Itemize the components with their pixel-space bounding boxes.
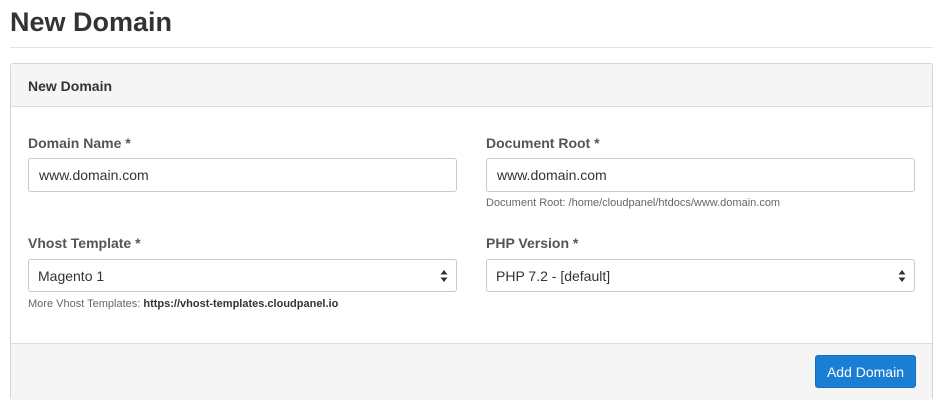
php-version-label: PHP Version * (486, 235, 579, 251)
vhost-template-label: Vhost Template * (28, 235, 141, 251)
document-root-label: Document Root * (486, 135, 600, 151)
panel-title: New Domain (28, 78, 113, 94)
page: New Domain New Domain Domain Name * Docu… (0, 0, 945, 413)
document-root-input[interactable] (486, 158, 915, 192)
vhost-templates-link[interactable]: https://vhost-templates.cloudpanel.io (143, 298, 338, 310)
add-domain-button[interactable]: Add Domain (814, 355, 916, 388)
vhost-template-selected: Magento 1 (38, 268, 105, 284)
panel-footer: Add Domain (11, 343, 932, 400)
panel-header: New Domain (11, 64, 932, 107)
page-title: New Domain (10, 7, 173, 37)
vhost-template-help-prefix: More Vhost Templates: (28, 298, 144, 310)
vhost-template-help: More Vhost Templates: https://vhost-temp… (28, 298, 338, 310)
php-version-selected: PHP 7.2 - [default] (496, 268, 611, 284)
updown-caret-icon (440, 270, 448, 282)
document-root-help: Document Root: /home/cloudpanel/htdocs/w… (486, 197, 781, 209)
domain-name-input[interactable] (28, 158, 457, 192)
vhost-template-select[interactable]: Magento 1 (28, 259, 457, 292)
new-domain-panel: New Domain Domain Name * Document Root *… (10, 63, 933, 400)
title-divider (10, 47, 933, 48)
domain-name-label: Domain Name * (28, 135, 131, 151)
php-version-select[interactable]: PHP 7.2 - [default] (486, 259, 915, 292)
updown-caret-icon (898, 270, 906, 282)
